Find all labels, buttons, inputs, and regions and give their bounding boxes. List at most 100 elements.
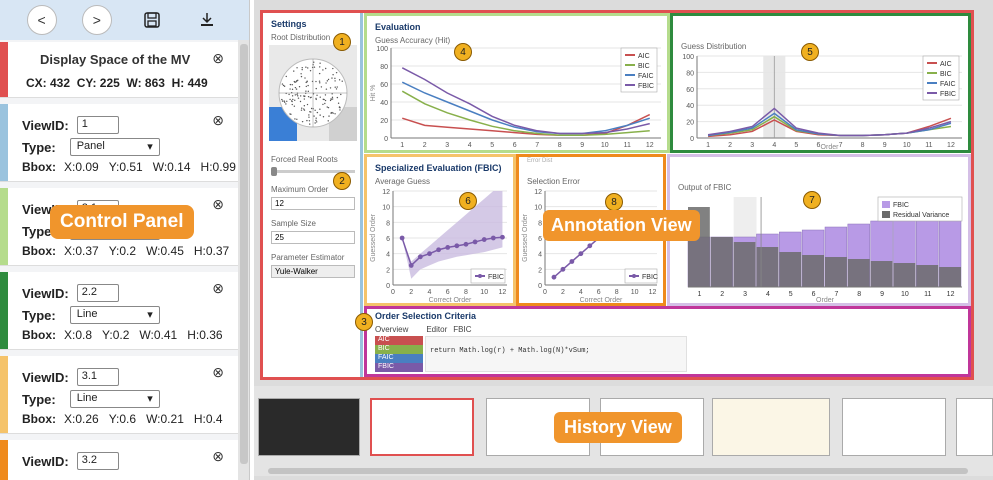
root-point [330,112,332,114]
history-scrollbar[interactable] [254,466,993,476]
sample-size-input[interactable]: 25 [271,231,355,244]
root-point [322,103,324,106]
view-id-input[interactable]: 1 [76,116,119,134]
root-point [289,83,292,86]
criteria-item-aic[interactable]: AIC [375,336,423,345]
x-tick-label: 1 [706,142,710,149]
scroll-thumb[interactable] [268,468,968,474]
scroll-thumb[interactable] [240,44,248,464]
type-select[interactable]: Panel ▾ [69,138,160,156]
data-point [587,243,593,249]
bar-residual-variance [825,257,847,287]
y-tick-label: 6 [386,236,390,243]
y-tick-label: 0 [538,283,542,290]
code-editor[interactable]: return Math.log(r) + Math.log(N)*vSum; [425,336,687,372]
x-tick-label: 12 [499,289,507,296]
root-point [297,97,300,99]
close-icon[interactable]: ⊗ [212,448,224,465]
root-point [307,95,310,98]
tab-overview[interactable]: Overview [375,325,408,334]
root-point [328,115,330,117]
x-tick-label: 0 [543,289,547,296]
root-point [303,108,305,110]
badge-4: 4 [454,43,472,61]
legend-label: BIC [638,63,650,70]
tab-editor[interactable]: Editor [426,325,447,334]
criteria-item-fbic[interactable]: FBIC [375,363,423,372]
close-icon[interactable]: ⊗ [212,50,224,67]
tab-fbic[interactable]: FBIC [453,325,471,334]
history-thumbnail-2[interactable] [370,398,474,456]
bbox-w: W:0.14 [152,160,191,174]
type-select[interactable]: Line ▾ [69,390,160,408]
legend-label: FBIC [488,274,504,281]
history-thumbnail-7[interactable] [956,398,993,456]
root-point [291,100,293,103]
card-color-bar [0,104,8,181]
slider-handle[interactable] [271,167,277,176]
view-id-input[interactable]: 3.2 [76,452,119,470]
root-point [331,96,334,99]
control-panel-label: Control Panel [50,205,194,239]
close-icon[interactable]: ⊗ [212,112,224,129]
root-point [315,97,317,100]
bbox-y: Y:0.6 [108,412,137,426]
x-tick-label: 8 [615,289,619,296]
chevron-right-icon[interactable]: > [81,5,112,35]
card-color-bar [0,440,8,480]
data-point [445,245,451,250]
history-thumbnail-6[interactable] [842,398,946,456]
criteria-item-bic[interactable]: BIC [375,345,423,354]
y-tick-label: 60 [686,87,694,94]
type-select[interactable]: Line ▾ [69,306,160,324]
root-point [319,108,321,110]
x-tick-label: 10 [631,289,639,296]
y-tick-label: 80 [686,70,694,77]
x-tick-label: 4 [428,289,432,296]
param-estimator-select[interactable]: Yule-Walker [271,265,355,278]
close-icon[interactable]: ⊗ [212,280,224,297]
close-icon[interactable]: ⊗ [212,196,224,213]
specialized-evaluation-view: Specialized Evaluation (FBIC) Average Gu… [364,154,516,306]
left-scrollbar[interactable] [238,40,249,480]
x-tick-label: 4 [772,142,776,149]
import-icon[interactable] [192,5,222,35]
root-point [306,103,309,106]
root-point [282,84,285,87]
close-icon[interactable]: ⊗ [212,364,224,381]
root-point [301,107,303,109]
bbox-x: X:0.37 [64,244,99,258]
criteria-item-faic[interactable]: FAIC [375,354,423,363]
view-id-input[interactable]: 3.1 [76,368,119,386]
root-point [322,69,324,71]
root-point [293,70,295,72]
bbox-label: Bbox: [22,328,56,342]
badge-1: 1 [333,33,351,51]
root-point [297,95,299,97]
root-point [315,80,317,83]
settings-title: Settings [271,19,307,29]
root-point [329,99,332,102]
view-id-input[interactable]: 2.2 [76,284,119,302]
root-point [289,98,291,101]
root-point [319,66,321,68]
root-distribution-widget[interactable] [269,45,357,141]
legend-swatch [882,201,890,208]
selection-error-chart: 0 2 4 6 8 10 12 0 2 4 6 8 10 12 Guessed Order Correct O… [522,189,658,303]
chevron-left-icon[interactable]: < [26,5,57,35]
type-label: Type: [22,139,56,155]
root-point [305,90,307,92]
history-thumbnail-1[interactable] [258,398,360,456]
guess-distribution-title: Guess Distribution [681,42,747,51]
bbox-w: W:0.41 [139,328,178,342]
root-point [303,98,306,100]
root-point [293,105,296,107]
root-point [289,88,291,90]
x-tick-label: 2 [720,291,724,298]
max-order-input[interactable]: 12 [271,197,355,210]
root-point [308,114,310,116]
type-value: Line [76,308,98,320]
history-thumbnail-5[interactable] [712,398,830,456]
save-icon[interactable] [137,5,167,35]
bar-residual-variance [779,252,802,287]
